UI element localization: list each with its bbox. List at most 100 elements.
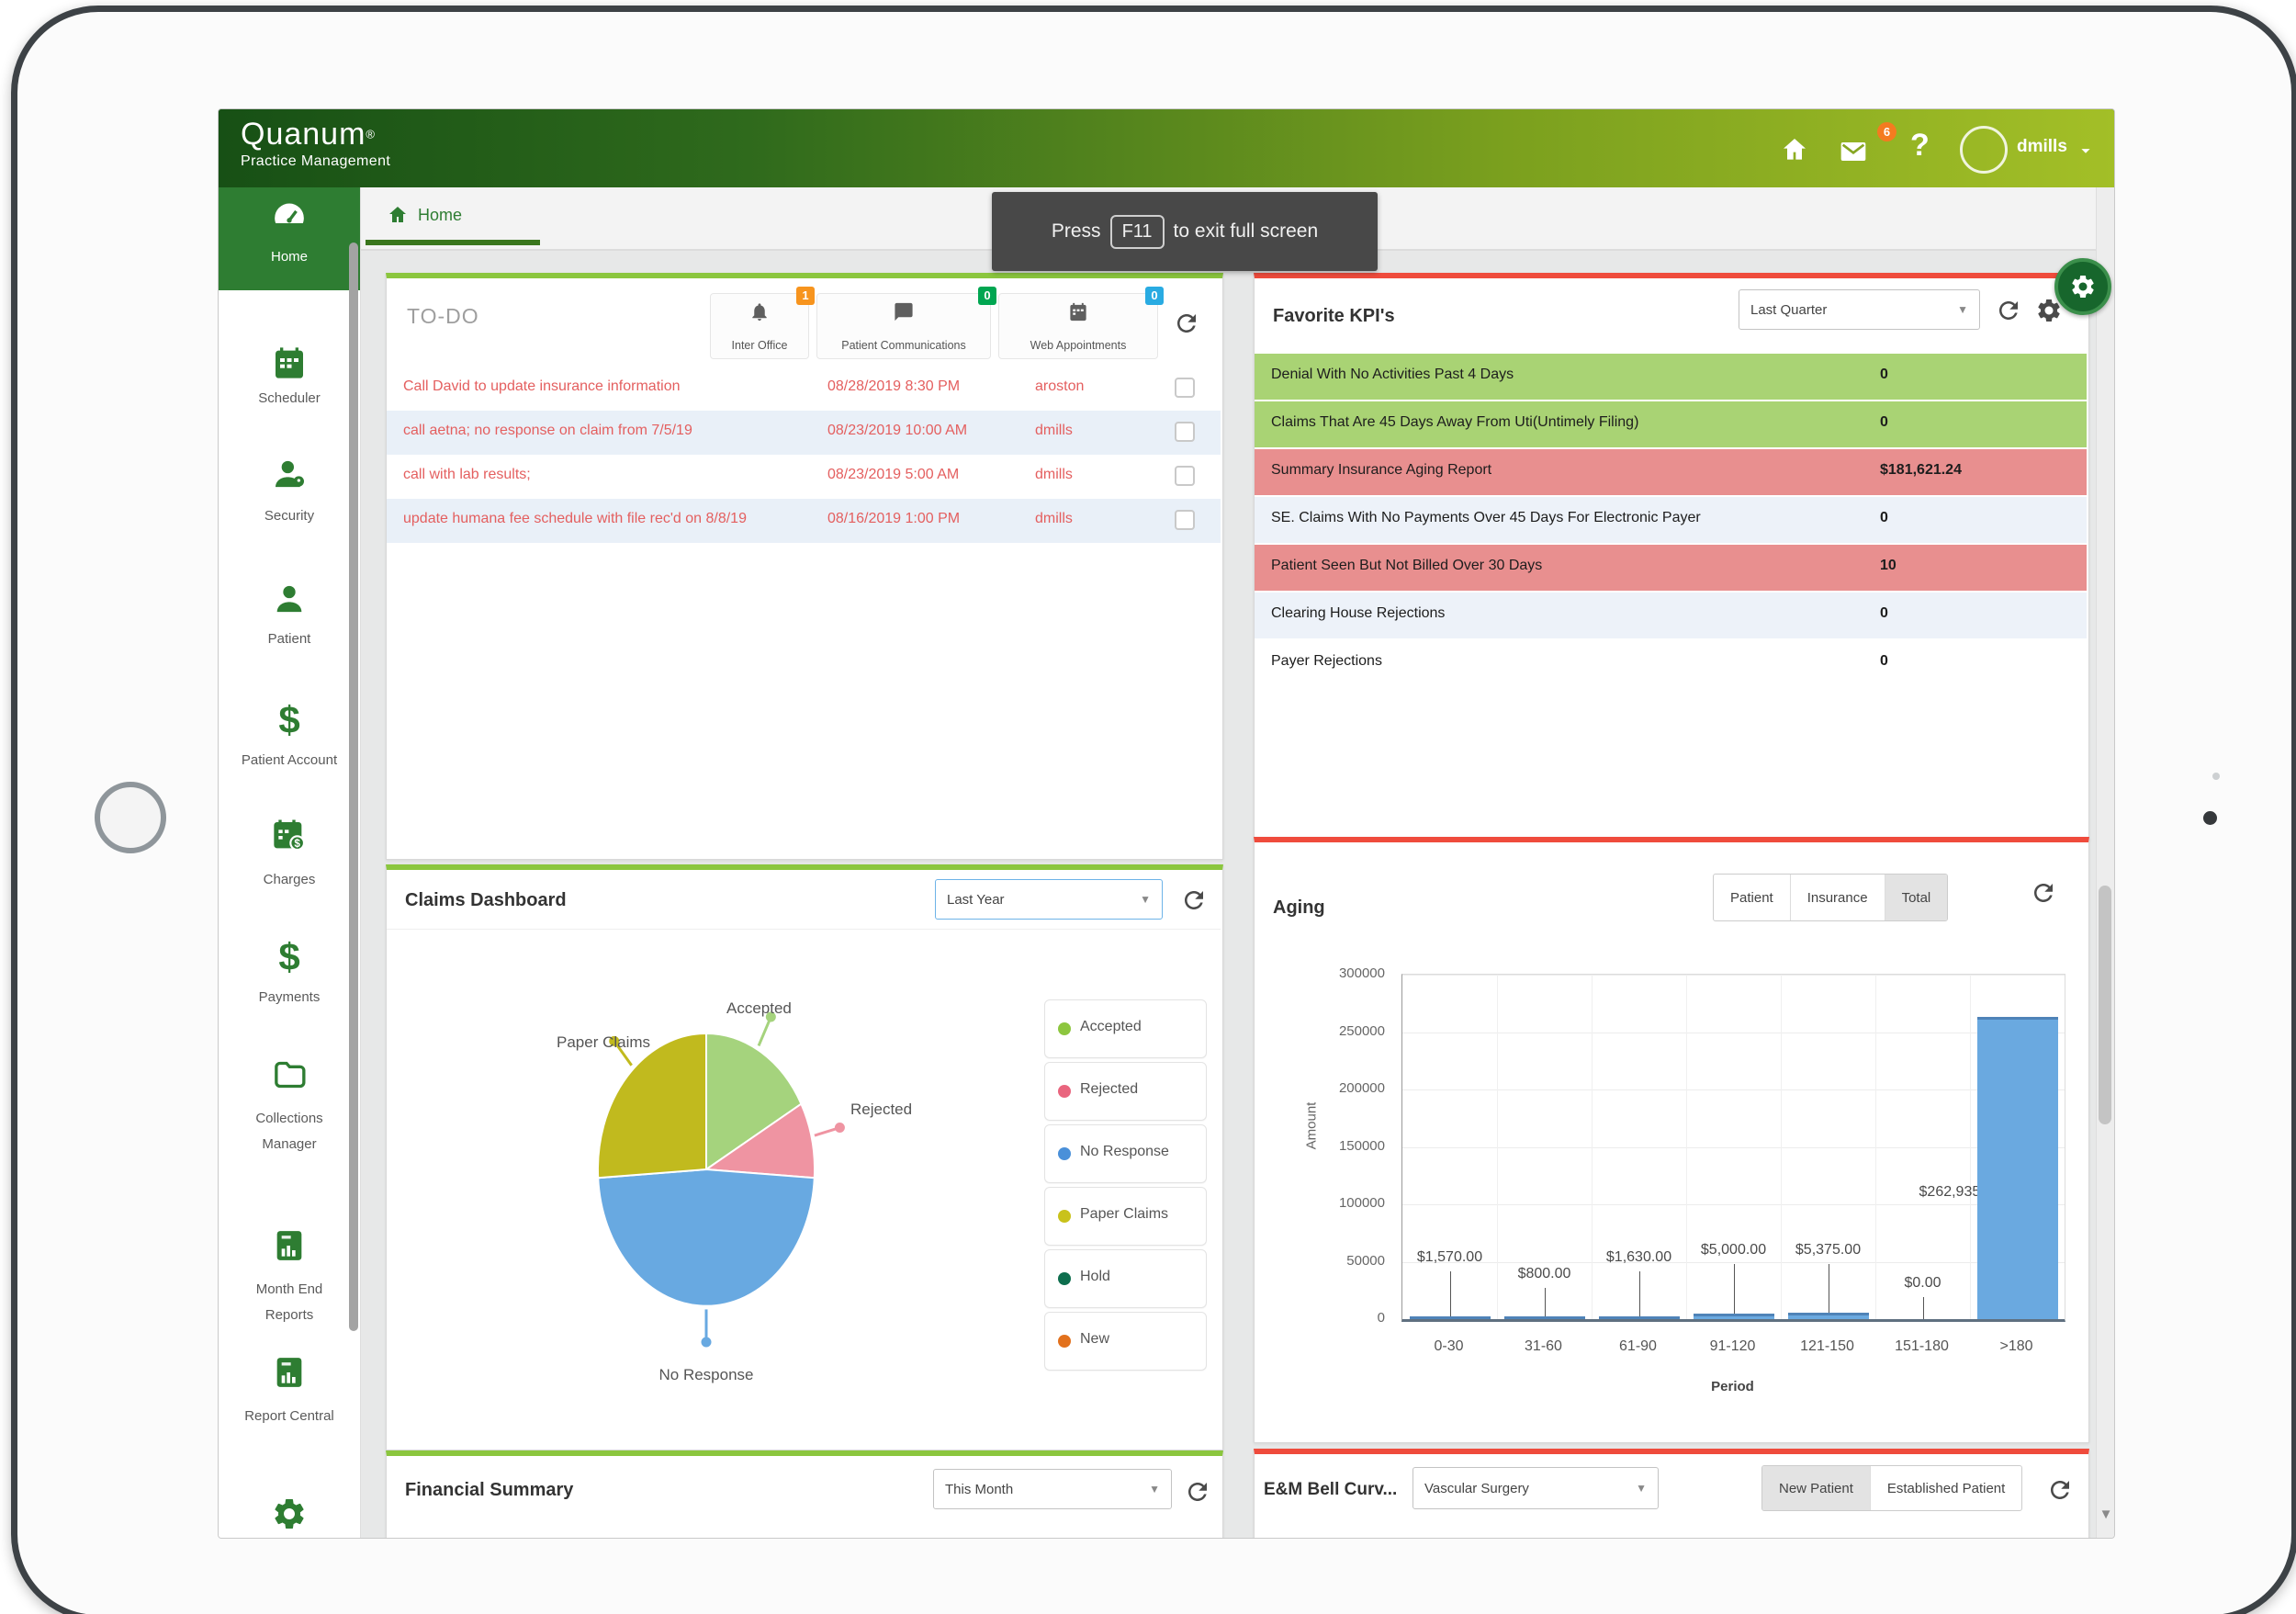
todo-row[interactable]: call with lab results; 08/23/2019 5:00 A…	[387, 455, 1221, 499]
report-icon[interactable]	[219, 1354, 360, 1395]
financial-period-value: This Month	[945, 1482, 1013, 1497]
dollar-icon[interactable]: $	[219, 702, 360, 739]
todo-row[interactable]: call aetna; no response on claim from 7/…	[387, 411, 1221, 455]
aging-bar-31-60[interactable]	[1504, 1316, 1585, 1319]
todo-item-datetime: 08/28/2019 8:30 PM	[827, 378, 960, 395]
home-icon[interactable]	[1780, 135, 1809, 164]
refresh-icon[interactable]	[2030, 879, 2059, 909]
content-scrollbar[interactable]: ▼	[2096, 187, 2115, 1538]
legend-item[interactable]: Hold	[1044, 1249, 1207, 1308]
sidebar-item-patient[interactable]: Patient	[219, 626, 360, 652]
scrollbar-down-arrow[interactable]: ▼	[2097, 1507, 2115, 1522]
chat-icon	[894, 301, 915, 322]
todo-row[interactable]: Call David to update insurance informati…	[387, 367, 1221, 411]
chevron-down-icon[interactable]	[2076, 141, 2096, 161]
legend-item[interactable]: No Response	[1044, 1124, 1207, 1183]
sidebar-item-month-end-reports[interactable]: Month End Reports	[239, 1277, 340, 1328]
sidebar-item-security[interactable]: Security	[219, 503, 360, 529]
kpi-row[interactable]: Patient Seen But Not Billed Over 30 Days…	[1255, 545, 2087, 591]
kpi-period-select[interactable]: Last Quarter▼	[1739, 289, 1980, 330]
todo-tab-patient-communications[interactable]: Patient Communications 0	[816, 293, 991, 359]
avatar[interactable]	[1960, 126, 2008, 174]
tablet-frame: Quanum® Practice Management 6 ? dmills	[11, 6, 2296, 1614]
em-patient-switch: New Patient Established Patient	[1761, 1465, 2022, 1511]
todo-checkbox[interactable]	[1175, 378, 1195, 398]
em-specialty-select[interactable]: Vascular Surgery▼	[1412, 1467, 1659, 1509]
charges-icon[interactable]: $	[219, 818, 360, 859]
aging-bar-121-150[interactable]	[1788, 1313, 1869, 1319]
sidebar-item-home[interactable]: Home	[219, 187, 360, 290]
todo-tab-web-appointments[interactable]: Web Appointments 0	[998, 293, 1158, 359]
aging-tab-total[interactable]: Total	[1885, 875, 1948, 920]
legend-dot	[1058, 1335, 1071, 1348]
folder-icon[interactable]	[219, 1056, 360, 1098]
kpi-row[interactable]: Clearing House Rejections 0	[1255, 593, 2087, 638]
tablet-home-button[interactable]	[95, 782, 166, 853]
refresh-icon[interactable]	[2046, 1476, 2076, 1506]
aging-bar-value-label: $800.00	[1490, 1266, 1600, 1282]
tab-home[interactable]: Home	[363, 187, 546, 247]
sidebar-scrollbar[interactable]	[349, 243, 358, 1331]
todo-tab-inter-office[interactable]: Inter Office 1	[710, 293, 809, 359]
kpi-row[interactable]: Payer Rejections 0	[1255, 640, 2087, 686]
financial-panel: Financial Summary This Month▼	[386, 1450, 1223, 1539]
report-icon[interactable]	[219, 1227, 360, 1269]
legend-item[interactable]: Accepted	[1044, 999, 1207, 1058]
dashboard-settings-button[interactable]	[2054, 258, 2111, 315]
legend-item[interactable]: Rejected	[1044, 1062, 1207, 1121]
todo-checkbox[interactable]	[1175, 510, 1195, 530]
calendar-icon[interactable]	[219, 344, 360, 386]
aging-tab-patient[interactable]: Patient	[1714, 875, 1790, 920]
user-menu-label[interactable]: dmills	[2017, 137, 2067, 157]
refresh-icon[interactable]	[1995, 297, 2024, 326]
user-shield-icon[interactable]	[219, 456, 360, 497]
sidebar-item-patient-account[interactable]: Patient Account	[219, 748, 360, 773]
user-icon[interactable]	[219, 581, 360, 622]
gear-icon[interactable]	[219, 1495, 360, 1537]
legend-dot	[1058, 1085, 1071, 1098]
mail-badge: 6	[1877, 122, 1896, 141]
todo-title: TO-DO	[407, 304, 479, 329]
em-tab-new-patient[interactable]: New Patient	[1762, 1466, 1870, 1510]
kpi-row-value: 0	[1880, 653, 1888, 670]
aging-bar-91-120[interactable]	[1694, 1314, 1774, 1319]
scrollbar-thumb[interactable]	[2099, 886, 2111, 1124]
aging-bar-0-30[interactable]	[1410, 1316, 1491, 1319]
aging-x-tick: >180	[1969, 1338, 2064, 1355]
sidebar-item-payments[interactable]: Payments	[219, 985, 360, 1010]
dollar-icon[interactable]: $	[219, 939, 360, 976]
aging-bar-61-90[interactable]	[1599, 1316, 1680, 1319]
financial-period-select[interactable]: This Month▼	[933, 1469, 1172, 1509]
todo-item-user: aroston	[1035, 378, 1084, 395]
caret-down-icon: ▼	[1957, 303, 1968, 316]
aging-x-tick: 61-90	[1591, 1338, 1685, 1355]
bell-icon	[749, 301, 771, 322]
todo-checkbox[interactable]	[1175, 466, 1195, 486]
sidebar-item-scheduler[interactable]: Scheduler	[219, 386, 360, 412]
claims-period-select[interactable]: Last Year▼	[935, 879, 1163, 920]
refresh-icon[interactable]	[1180, 886, 1210, 916]
kpi-row[interactable]: SE. Claims With No Payments Over 45 Days…	[1255, 497, 2087, 543]
legend-item[interactable]: New	[1044, 1312, 1207, 1371]
kpi-row[interactable]: Claims That Are 45 Days Away From Uti(Un…	[1255, 401, 2087, 447]
sidebar-item-label: Home	[219, 244, 360, 270]
kpi-row-label: Claims That Are 45 Days Away From Uti(Un…	[1271, 414, 1638, 431]
sidebar-item-report-central[interactable]: Report Central	[219, 1404, 360, 1429]
todo-row[interactable]: update humana fee schedule with file rec…	[387, 499, 1221, 543]
legend-item[interactable]: Paper Claims	[1044, 1187, 1207, 1246]
help-icon[interactable]: ?	[1910, 128, 1930, 164]
aging-bar-chart[interactable]: $1,570.00$800.00$1,630.00$5,000.00$5,375…	[1401, 974, 2065, 1322]
aging-x-tick: 121-150	[1780, 1338, 1874, 1355]
kpi-row[interactable]: Denial With No Activities Past 4 Days 0	[1255, 354, 2087, 400]
sidebar-item-charges[interactable]: Charges	[219, 867, 360, 893]
legend-label: New	[1080, 1331, 1109, 1348]
mail-icon[interactable]	[1839, 137, 1868, 166]
todo-checkbox[interactable]	[1175, 422, 1195, 442]
refresh-icon[interactable]	[1184, 1478, 1213, 1507]
kpi-row[interactable]: Summary Insurance Aging Report $181,621.…	[1255, 449, 2087, 495]
em-tab-established-patient[interactable]: Established Patient	[1870, 1466, 2021, 1510]
aging-bar->180[interactable]	[1977, 1017, 2058, 1319]
sidebar-item-collections-manager[interactable]: Collections Manager	[239, 1106, 340, 1157]
refresh-icon[interactable]	[1173, 310, 1202, 339]
aging-tab-insurance[interactable]: Insurance	[1790, 875, 1885, 920]
